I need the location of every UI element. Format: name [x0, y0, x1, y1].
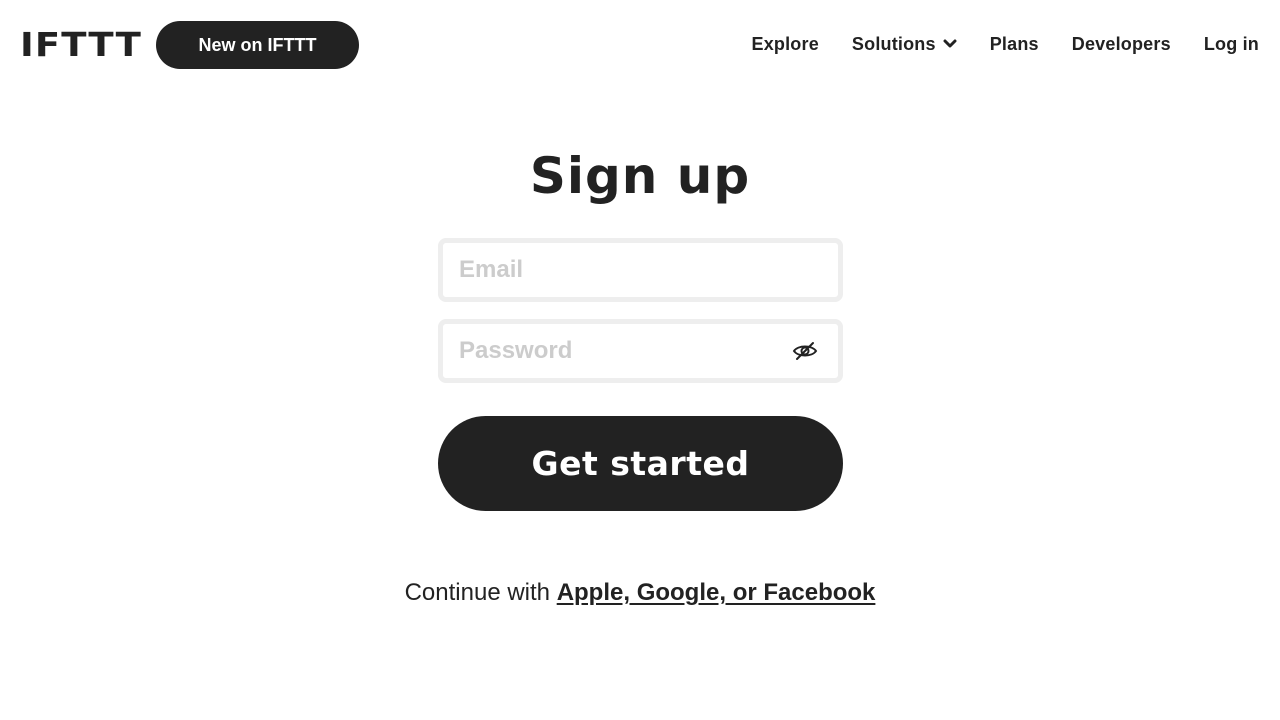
nav-developers[interactable]: Developers	[1072, 34, 1171, 55]
email-field[interactable]	[443, 243, 779, 297]
nav-developers-label: Developers	[1071, 33, 1171, 54]
chevron-down-icon	[943, 39, 957, 49]
nav-plans[interactable]: Plans	[990, 34, 1039, 55]
continue-with-line: Continue with Apple, Google, or Facebook	[0, 577, 1280, 609]
password-field[interactable]	[443, 324, 779, 378]
nav-plans-label: Plans	[989, 33, 1039, 54]
email-field-wrapper	[438, 238, 843, 302]
page: IFTTT New on IFTTT Explore Solutions Pla…	[0, 0, 1280, 720]
ifttt-logo[interactable]: IFTTT	[20, 27, 142, 63]
nav-solutions[interactable]: Solutions	[852, 34, 957, 55]
new-on-ifttt-button[interactable]: New on IFTTT	[156, 21, 359, 69]
get-started-button[interactable]: Get started	[438, 416, 843, 511]
password-field-wrapper	[438, 319, 843, 383]
page-title: Sign up	[529, 147, 751, 205]
top-nav: Explore Solutions Plans Developers Log i…	[751, 30, 1259, 58]
eye-slash-icon[interactable]	[792, 340, 818, 362]
nav-log-in-label: Log in	[1203, 33, 1259, 54]
nav-explore[interactable]: Explore	[751, 34, 818, 55]
nav-explore-label: Explore	[751, 33, 819, 54]
social-login-link[interactable]: Apple, Google, or Facebook	[557, 579, 876, 606]
nav-solutions-label: Solutions	[851, 33, 936, 54]
nav-log-in[interactable]: Log in	[1204, 34, 1259, 55]
continue-prefix: Continue with	[404, 579, 551, 606]
